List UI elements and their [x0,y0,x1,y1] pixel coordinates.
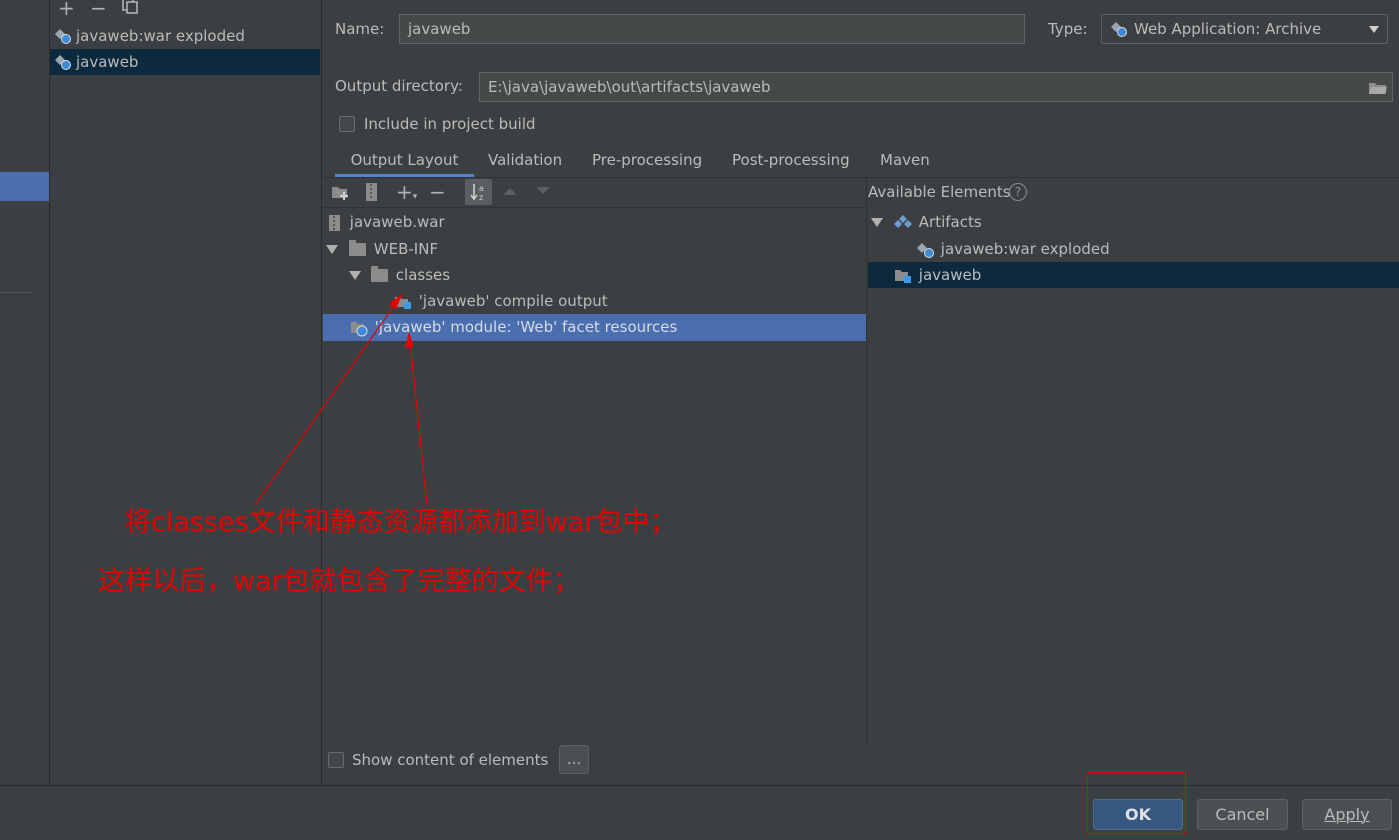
annotation-arrows [254,293,428,506]
annotation-arrow-line [409,341,428,506]
show-content-checkbox[interactable] [328,752,344,768]
annotation-text-2: 这样以后，war包就包含了完整的文件； [98,566,580,597]
apply-button[interactable]: Apply [1302,799,1392,830]
annotation-arrow-line [254,299,399,506]
show-content-label: Show content of elements [352,751,549,769]
ok-button[interactable]: OK [1093,799,1183,830]
dialog-button-bar [0,785,1399,840]
annotation-arrowhead [405,332,414,348]
annotation-arrowhead [389,293,403,309]
annotation-text-1: 将classes文件和静态资源都添加到war包中； [124,507,677,538]
show-content-options-button[interactable]: ... [559,745,589,774]
cancel-button[interactable]: Cancel [1197,799,1288,830]
